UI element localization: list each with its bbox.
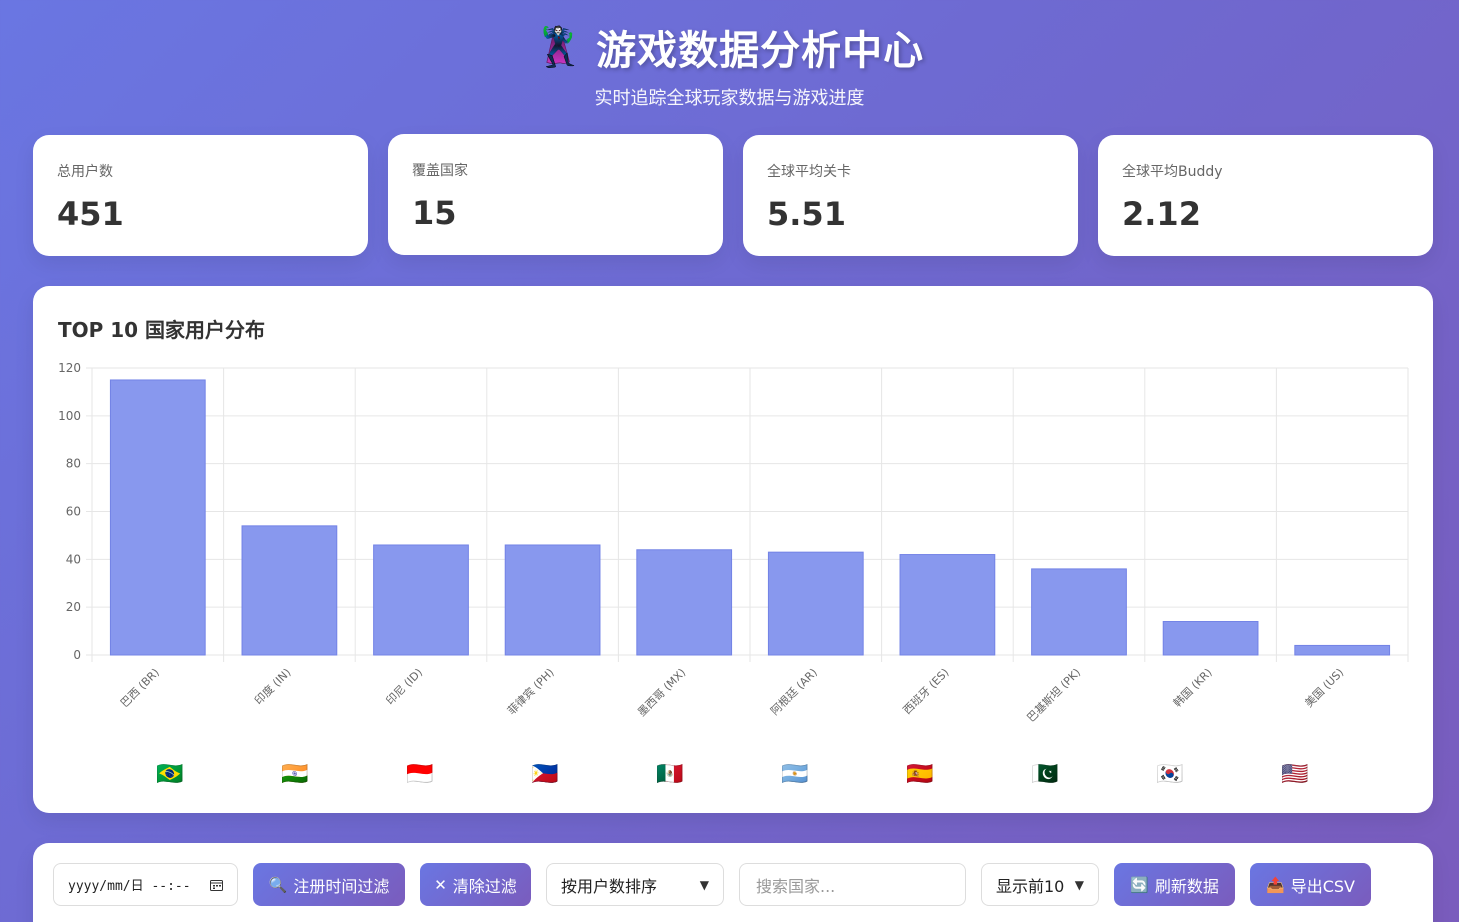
country-flag-icon: 🇵🇭 — [531, 762, 558, 787]
bar — [899, 554, 996, 656]
bar — [504, 544, 601, 656]
country-flag-icon: 🇵🇰 — [1031, 762, 1058, 787]
x-tick-label: 印度 (IN) — [251, 665, 293, 707]
stat-label: 全球平均Buddy — [1122, 164, 1223, 180]
x-tick-label: 菲律宾 (PH) — [504, 665, 556, 717]
country-flag-icon: 🇲🇽 — [656, 762, 683, 787]
y-tick-label: 120 — [58, 361, 81, 375]
stat-card-avg-level: 全球平均关卡 5.51 — [743, 135, 1078, 256]
x-tick-label: 印尼 (ID) — [384, 666, 426, 708]
country-flag-icon: 🇦🇷 — [781, 762, 808, 787]
close-icon: ✕ — [434, 875, 447, 894]
filter-button-label: 注册时间过滤 — [293, 876, 390, 896]
stat-label: 覆盖国家 — [412, 163, 468, 179]
bar — [767, 551, 864, 656]
refresh-button-label: 刷新数据 — [1154, 876, 1219, 896]
bar — [1162, 621, 1259, 656]
bar — [636, 549, 733, 656]
export-csv-button[interactable]: 📤 导出CSV — [1250, 863, 1371, 906]
registration-date-input[interactable]: yyyy/mm/日 --:-- — [53, 863, 238, 906]
x-tick-label: 墨西哥 (MX) — [635, 666, 688, 719]
x-tick-label: 西班牙 (ES) — [901, 666, 952, 717]
sort-select[interactable]: 按用户数排序 ▼ — [546, 863, 724, 906]
x-tick-label: 巴西 (BR) — [118, 666, 162, 710]
page-header: 🦹 游戏数据分析中心 实时追踪全球玩家数据与游戏进度 — [0, 18, 1459, 110]
y-tick-label: 40 — [66, 552, 81, 566]
bar-chart: 0 20 40 60 80 100 120 巴西 (BR) 🇧🇷 印度 (IN) 🇮🇳 印尼 (ID)… — [58, 361, 1409, 787]
stat-label: 全球平均关卡 — [767, 164, 851, 180]
stat-value: 5.51 — [767, 195, 846, 233]
page-subtitle: 实时追踪全球玩家数据与游戏进度 — [594, 88, 865, 109]
clear-filter-button[interactable]: ✕ 清除过滤 — [420, 863, 531, 906]
calendar-icon[interactable] — [210, 879, 223, 891]
bar — [1294, 644, 1391, 656]
y-tick-label: 80 — [66, 457, 81, 471]
stat-value: 451 — [57, 195, 124, 233]
title-row: 🦹 游戏数据分析中心 — [0, 18, 1459, 76]
stat-card-countries: 覆盖国家 15 — [388, 134, 723, 255]
refresh-icon: 🔄 — [1130, 875, 1149, 894]
country-flag-icon: 🇰🇷 — [1156, 762, 1183, 787]
refresh-button[interactable]: 🔄 刷新数据 — [1114, 863, 1235, 906]
stat-value: 15 — [412, 194, 457, 232]
country-flag-icon: 🇮🇩 — [406, 762, 433, 787]
y-tick-label: 60 — [66, 505, 81, 519]
search-icon: 🔍 — [268, 875, 288, 894]
y-tick-label: 0 — [73, 648, 81, 662]
x-tick-label: 韩国 (KR) — [1170, 665, 1215, 710]
y-tick-label: 20 — [66, 600, 81, 614]
chart-title: TOP 10 国家用户分布 — [58, 318, 266, 342]
page-title: 游戏数据分析中心 — [596, 28, 925, 74]
export-icon: 📤 — [1266, 875, 1285, 894]
ninja-icon: 🦹 — [534, 25, 583, 69]
x-tick-label: 阿根廷 (AR) — [767, 665, 820, 718]
stat-label: 总用户数 — [57, 164, 113, 180]
date-placeholder: yyyy/mm/日 --:-- — [68, 879, 191, 894]
registration-filter-button[interactable]: 🔍 注册时间过滤 — [253, 863, 405, 906]
stat-value: 2.12 — [1122, 195, 1201, 233]
country-flag-icon: 🇺🇸 — [1281, 762, 1308, 787]
bar — [241, 525, 338, 656]
x-tick-label: 美国 (US) — [1302, 666, 1346, 710]
chevron-down-icon: ▼ — [699, 877, 709, 892]
controls-bar: yyyy/mm/日 --:-- 🔍 注册时间过滤 ✕ 清除过滤 按用户数排序 ▼… — [33, 843, 1433, 922]
bar — [1031, 568, 1127, 656]
chevron-down-icon: ▼ — [1074, 877, 1084, 892]
stat-card-avg-buddy: 全球平均Buddy 2.12 — [1098, 135, 1433, 256]
y-tick-label: 100 — [58, 409, 81, 423]
bar — [373, 544, 469, 656]
chart-card: 0 20 40 60 80 100 120 巴西 (BR) 🇧🇷 印度 (IN) 🇮🇳 印尼 (ID)… — [33, 286, 1433, 813]
country-flag-icon: 🇮🇳 — [281, 762, 308, 787]
search-placeholder: 搜索国家... — [756, 876, 836, 896]
top-n-select[interactable]: 显示前10 ▼ — [981, 863, 1099, 906]
country-search-input[interactable]: 搜索国家... — [739, 863, 966, 906]
country-flag-icon: 🇪🇸 — [906, 762, 933, 787]
top-n-select-value: 显示前10 — [996, 876, 1065, 896]
export-button-label: 导出CSV — [1290, 876, 1355, 896]
clear-button-label: 清除过滤 — [452, 876, 517, 896]
country-flag-icon: 🇧🇷 — [156, 762, 183, 787]
stat-card-total-users: 总用户数 451 — [33, 135, 368, 256]
bar — [109, 379, 206, 656]
x-tick-label: 巴基斯坦 (PK) — [1024, 665, 1083, 724]
sort-select-value: 按用户数排序 — [561, 876, 658, 896]
